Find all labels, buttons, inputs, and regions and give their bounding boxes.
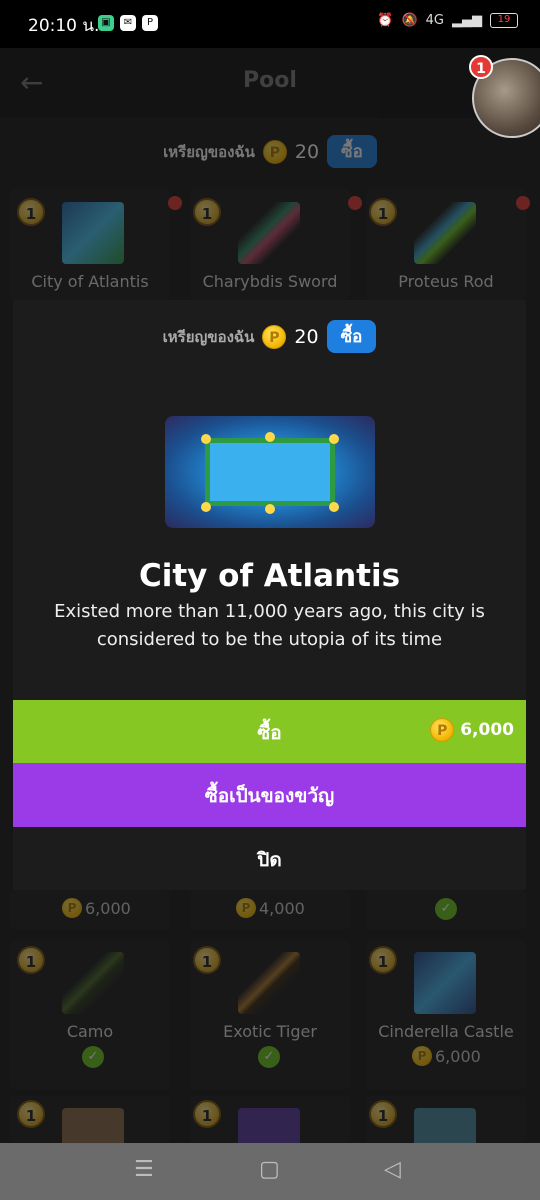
notification-badge[interactable]: 1 (469, 55, 493, 79)
gift-item-button[interactable]: ซื้อเป็นของขวัญ (13, 763, 526, 827)
item-name: Exotic Tiger (223, 1022, 317, 1041)
level-badge: 1 (193, 946, 221, 974)
item-title: City of Atlantis (138, 558, 401, 594)
new-dot (516, 196, 530, 210)
owned-check-icon: ✓ (82, 1046, 104, 1068)
coin-icon: P (412, 1046, 432, 1066)
my-coins-label: เหรียญของฉัน (162, 327, 255, 346)
level-badge: 1 (17, 1100, 45, 1128)
level-badge: 1 (17, 946, 45, 974)
item-preview-image (165, 416, 375, 528)
item-price: P 6,000 (412, 1046, 481, 1066)
item-card[interactable]: 1 (366, 1096, 526, 1143)
coin-icon: P (262, 139, 287, 164)
item-description: Existed more than 11,000 years ago, this… (54, 601, 485, 650)
item-price: P 6,000 (430, 718, 514, 742)
back-icon[interactable]: ◁ (384, 1157, 401, 1182)
item-name: Charybdis Sword (202, 272, 338, 291)
buy-coins-button[interactable]: ซื้อ (327, 135, 377, 168)
system-nav-bar: ☰ ▢ ◁ (0, 1143, 540, 1200)
battery-icon: 19 (490, 13, 518, 28)
item-card[interactable]: 1 Exotic Tiger ✓ (190, 940, 350, 1090)
item-thumbnail (414, 952, 476, 1014)
gift-item-label: ซื้อเป็นของขวัญ (204, 785, 335, 807)
line-icon: ▣ (98, 15, 114, 31)
coin-icon: P (62, 898, 82, 918)
level-badge: 1 (369, 946, 397, 974)
item-thumbnail (62, 952, 124, 1014)
buy-coins-button[interactable]: ซื้อ (326, 320, 377, 353)
coin-icon: P (430, 718, 455, 742)
coin-icon: P (236, 898, 256, 918)
item-card[interactable]: 1 (10, 1096, 170, 1143)
app-header: ← Pool (0, 48, 540, 118)
new-dot (348, 196, 362, 210)
clock: 20:10 น. (28, 16, 100, 36)
item-card[interactable]: P 6,000 (10, 890, 170, 930)
item-thumbnail (238, 952, 300, 1014)
signal-icon: 4G (425, 13, 444, 28)
item-card[interactable]: P 4,000 (190, 890, 350, 930)
item-price: P 4,000 (236, 898, 305, 918)
level-badge: 1 (193, 1100, 221, 1128)
close-button[interactable]: ปิด (13, 827, 526, 890)
item-price-value: 6,000 (460, 720, 514, 740)
home-icon[interactable]: ▢ (259, 1157, 280, 1182)
page-title: Pool (243, 68, 297, 93)
item-card[interactable]: 1 Cinderella Castle P 6,000 (366, 940, 526, 1090)
new-dot (168, 196, 182, 210)
my-coins-bar: เหรียญของฉัน P 20 ซื้อ (0, 135, 540, 168)
mute-icon: 🔕 (401, 13, 418, 28)
item-card[interactable]: 1 City of Atlantis (10, 188, 182, 300)
item-card[interactable]: 1 Camo ✓ (10, 940, 170, 1090)
my-coins-label: เหรียญของฉัน (163, 142, 255, 161)
item-purchase-dialog: เหรียญของฉัน P 20 ซื้อ City of Atlantis … (13, 300, 526, 890)
status-bar: 20:10 น. ▣ ✉ P ⏰ 🔕 4G ▂▄▆ 19 (0, 0, 540, 48)
item-thumbnail (238, 1108, 300, 1143)
recent-apps-icon[interactable]: ☰ (134, 1157, 154, 1182)
item-thumbnail (414, 202, 476, 264)
dialog-coins-bar: เหรียญของฉัน P 20 ซื้อ (13, 320, 526, 353)
table-felt (205, 438, 335, 506)
item-name: Proteus Rod (398, 272, 494, 291)
owned-check-icon: ✓ (258, 1046, 280, 1068)
my-coins-amount: 20 (294, 325, 319, 348)
buy-item-button[interactable]: ซื้อ P 6,000 (13, 700, 526, 763)
close-label: ปิด (257, 849, 282, 871)
item-thumbnail (238, 202, 300, 264)
item-thumbnail (414, 1108, 476, 1143)
item-card[interactable]: 1 Charybdis Sword (190, 188, 362, 300)
my-coins-amount: 20 (294, 140, 320, 163)
level-badge: 1 (17, 198, 45, 226)
item-card[interactable]: ✓ (366, 890, 526, 930)
pinterest-icon: P (142, 15, 158, 31)
level-badge: 1 (369, 1100, 397, 1128)
item-name: Cinderella Castle (378, 1022, 514, 1041)
item-name: Camo (66, 1022, 114, 1041)
signal-bars-icon: ▂▄▆ (452, 13, 482, 28)
item-card[interactable]: 1 (190, 1096, 350, 1143)
item-name: City of Atlantis (31, 272, 149, 291)
level-badge: 1 (193, 198, 221, 226)
messenger-icon: ✉ (120, 15, 136, 31)
item-price: P 6,000 (62, 898, 131, 918)
coin-icon: P (262, 324, 287, 349)
item-thumbnail (62, 202, 124, 264)
alarm-icon: ⏰ (377, 13, 394, 28)
level-badge: 1 (369, 198, 397, 226)
item-card[interactable]: 1 Proteus Rod (366, 188, 530, 300)
item-thumbnail (62, 1108, 124, 1143)
owned-check-icon: ✓ (435, 898, 457, 920)
